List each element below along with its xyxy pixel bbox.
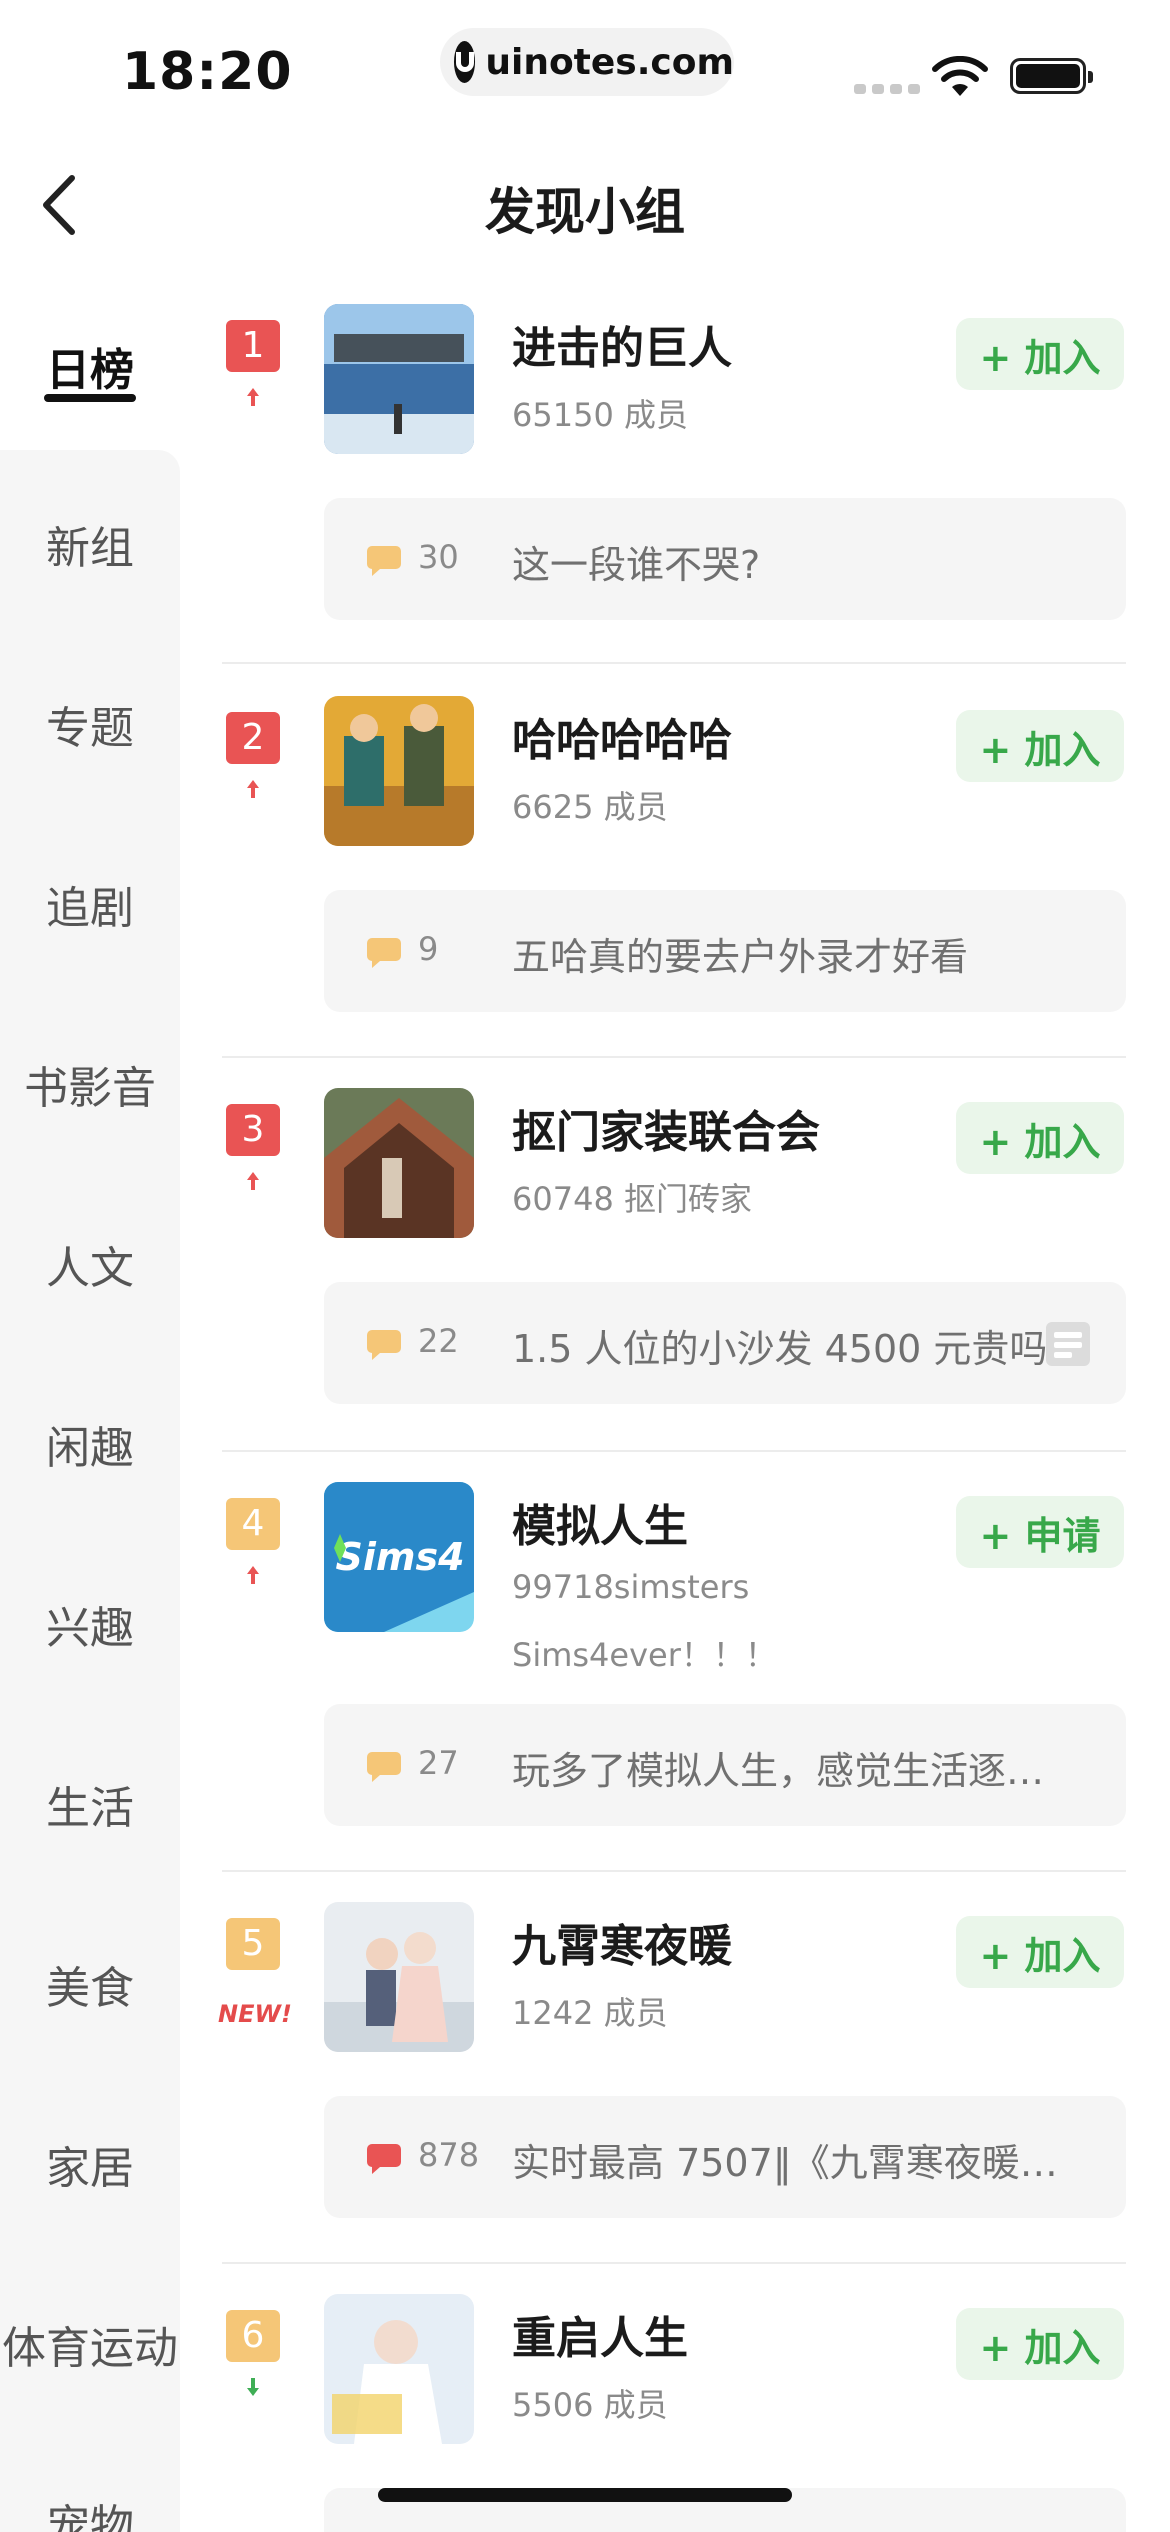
signal-icon [854, 84, 920, 94]
rank-badge: 6 [226, 2310, 280, 2362]
document-icon [1046, 1322, 1090, 1366]
join-button[interactable]: + 加入 [956, 1916, 1124, 1988]
member-count: 99718simsters [512, 1568, 750, 1606]
member-count: 65150 成员 [512, 396, 688, 434]
sidebar-item-hobby[interactable]: 兴趣 [0, 1592, 180, 1656]
hot-topic[interactable]: 878 实时最高 7507‖《九霄寒夜暖… [324, 2096, 1126, 2218]
group-cover-image [324, 696, 474, 846]
group-name[interactable]: 模拟人生 [512, 1490, 688, 1554]
group-name[interactable]: 哈哈哈哈哈 [512, 704, 732, 768]
sims-logo-text: Sims4 [335, 1535, 464, 1579]
member-count: 6625 成员 [512, 788, 668, 826]
sidebar-item-sports[interactable]: 体育运动 [0, 2312, 180, 2376]
rank-badge: 3 [226, 1104, 280, 1156]
topic-title: 1.5 人位的小沙发 4500 元贵吗 [512, 1327, 1048, 1371]
reply-count: 22 [418, 1322, 459, 1360]
sidebar-item-pets[interactable]: 宠物 [0, 2490, 180, 2532]
apply-button[interactable]: + 申请 [956, 1496, 1124, 1568]
member-count: 60748 抠门砖家 [512, 1180, 752, 1218]
status-bar: 18:20 uinotes.com [0, 0, 1170, 140]
hot-topic[interactable]: 9 五哈真的要去户外录才好看 [324, 890, 1126, 1012]
rank-badge: 2 [226, 712, 280, 764]
hot-comment-bubble-icon [367, 2144, 401, 2174]
group-name[interactable]: 重启人生 [512, 2302, 688, 2366]
sidebar-item-home[interactable]: 家居 [0, 2132, 180, 2196]
sidebar-item-food[interactable]: 美食 [0, 1952, 180, 2016]
home-indicator [378, 2488, 792, 2502]
topic-title: 五哈真的要去户外录才好看 [512, 935, 969, 979]
sidebar-item-daily[interactable]: 日榜 [0, 334, 180, 398]
sidebar-item-topics[interactable]: 专题 [0, 692, 180, 756]
sidebar-item-media[interactable]: 书影音 [0, 1052, 180, 1116]
group-name[interactable]: 抠门家装联合会 [512, 1096, 820, 1160]
divider [222, 2262, 1126, 2264]
trend-up-icon [247, 1172, 259, 1190]
battery-icon [1010, 58, 1093, 94]
reply-count: 30 [418, 538, 459, 576]
hot-topic[interactable]: 30 这一段谁不哭? [324, 498, 1126, 620]
sidebar-item-humanities[interactable]: 人文 [0, 1232, 180, 1296]
topic-title: 实时最高 7507‖《九霄寒夜暖… [512, 2141, 1058, 2185]
reply-count: 9 [418, 930, 439, 968]
group-cover-image: Sims4 [324, 1482, 474, 1632]
divider [222, 1056, 1126, 1058]
sidebar-item-drama[interactable]: 追剧 [0, 872, 180, 936]
comment-bubble-icon [367, 938, 401, 968]
trend-down-icon [247, 2378, 259, 2396]
topic-title: 玩多了模拟人生，感觉生活逐… [512, 1749, 1045, 1793]
divider [222, 1450, 1126, 1452]
trend-up-icon [247, 388, 259, 406]
topic-title: 这一段谁不哭? [512, 543, 761, 587]
category-sidebar [0, 450, 180, 2532]
sidebar-item-life[interactable]: 生活 [0, 1772, 180, 1836]
member-count: 1242 成员 [512, 1994, 668, 2032]
sidebar-item-new[interactable]: 新组 [0, 512, 180, 576]
join-button[interactable]: + 加入 [956, 1102, 1124, 1174]
group-cover-image [324, 1088, 474, 1238]
status-time: 18:20 [122, 42, 293, 102]
join-button[interactable]: + 加入 [956, 710, 1124, 782]
rank-badge: 1 [226, 320, 280, 372]
hot-topic[interactable]: 22 1.5 人位的小沙发 4500 元贵吗 [324, 1282, 1126, 1404]
page-title: 发现小组 [485, 183, 685, 241]
group-name[interactable]: 进击的巨人 [512, 312, 732, 376]
join-button[interactable]: + 加入 [956, 2308, 1124, 2380]
active-tab-indicator [44, 394, 136, 402]
comment-bubble-icon [367, 1752, 401, 1782]
trend-up-icon [247, 1566, 259, 1584]
wifi-icon [932, 56, 988, 96]
new-badge: NEW! [218, 2000, 292, 2028]
rank-badge: 5 [226, 1918, 280, 1970]
group-cover-image [324, 2294, 474, 2444]
member-count: 5506 成员 [512, 2386, 668, 2424]
group-cover-image [324, 304, 474, 454]
rank-badge: 4 [226, 1498, 280, 1550]
comment-bubble-icon [367, 546, 401, 576]
divider [222, 662, 1126, 664]
join-button[interactable]: + 加入 [956, 318, 1124, 390]
url-text: uinotes.com [485, 41, 734, 83]
group-cover-image [324, 1902, 474, 2052]
site-logo-icon [454, 41, 476, 83]
group-name[interactable]: 九霄寒夜暖 [512, 1910, 732, 1974]
reply-count: 27 [418, 1744, 459, 1782]
sidebar-item-leisure[interactable]: 闲趣 [0, 1412, 180, 1476]
trend-up-icon [247, 780, 259, 798]
group-slogan: Sims4ever！！！ [512, 1636, 777, 1674]
divider [222, 1870, 1126, 1872]
reply-count: 878 [418, 2136, 480, 2174]
comment-bubble-icon [367, 1330, 401, 1360]
hot-topic[interactable]: 27 玩多了模拟人生，感觉生活逐… [324, 1704, 1126, 1826]
url-pill: uinotes.com [440, 28, 734, 96]
